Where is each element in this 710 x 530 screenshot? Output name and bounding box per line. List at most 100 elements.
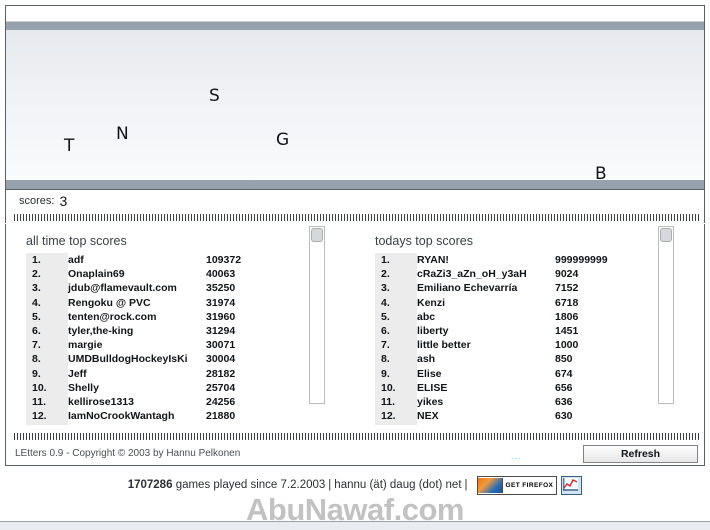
score-rank: 1. <box>381 254 390 267</box>
score-rank: 5. <box>381 310 390 323</box>
score-value: 31974 <box>206 296 236 309</box>
refresh-button-label: Refresh <box>620 448 661 460</box>
table-row: 6. liberty 1451 <box>375 324 660 338</box>
contact-email-text: hannu (ät) daug (dot) net <box>334 479 462 491</box>
score-player-name: Shelly <box>68 381 99 394</box>
score-value: 35250 <box>206 282 236 295</box>
score-player-name: ash <box>417 353 436 366</box>
page-root: T N S G B scores: 3 all time top scores 1. ad… <box>0 0 710 530</box>
games-played-text: games played since 7.2.2003 <box>175 479 326 491</box>
score-value: 630 <box>555 410 573 423</box>
score-rank: 7. <box>381 339 390 352</box>
table-row: 7. margie 30071 <box>26 338 311 352</box>
today-score-list[interactable]: 1. RYAN! 999999999 2. cRaZi3_aZn_oH_y3aH 9024… <box>375 253 660 425</box>
game-applet-frame: T N S G B <box>5 5 705 190</box>
table-row: 6. tyler,the-king 31294 <box>26 324 311 338</box>
score-rank: 11. <box>381 395 396 408</box>
score-value: 40063 <box>206 268 236 281</box>
falling-letter-s[interactable]: S <box>209 88 220 105</box>
today-scrollbar-thumb[interactable] <box>660 228 672 242</box>
page-bottom-strip <box>0 521 710 530</box>
scores-label: scores: <box>19 195 55 207</box>
score-player-name: UMDBulldogHockeyIsKi <box>68 353 188 366</box>
score-player-name: NEX <box>417 410 439 423</box>
applet-status-bar: LEtters 0.9 - Copyright © 2003 by Hannu … <box>5 442 705 466</box>
table-row: 4. Rengoku @ PVC 31974 <box>26 296 311 310</box>
scores-value: 3 <box>59 193 68 209</box>
score-player-name: IamNoCrookWantagh <box>68 410 175 423</box>
score-player-name: little better <box>417 339 471 352</box>
score-value: 109372 <box>206 254 242 267</box>
table-row: 4. Kenzi 6718 <box>375 296 660 310</box>
table-row: 11. kellirose1313 24256 <box>26 395 311 409</box>
table-row: 9. Elise 674 <box>375 367 660 381</box>
score-rank: 12. <box>381 410 396 423</box>
score-rank: 1. <box>32 254 41 267</box>
score-rank: 11. <box>32 395 47 408</box>
table-row: 3. jdub@flamevault.com 35250 <box>26 281 311 295</box>
applet-bottom-band <box>6 180 704 189</box>
score-player-name: ELISE <box>417 381 448 394</box>
scores-readout-bar: scores: 3 <box>5 190 705 212</box>
falling-letter-n[interactable]: N <box>116 126 129 143</box>
table-row: 11. yikes 636 <box>375 395 660 409</box>
score-player-name: Jeff <box>68 367 87 380</box>
score-rank: 2. <box>381 268 390 281</box>
score-value: 30071 <box>206 339 236 352</box>
score-player-name: margie <box>68 339 103 352</box>
score-rank: 9. <box>381 367 390 380</box>
score-player-name: Kenzi <box>417 296 446 309</box>
get-firefox-label: GET FIREFOX <box>505 481 554 489</box>
table-row: 3. Emiliano Echevarría 7152 <box>375 281 660 295</box>
score-value: 28182 <box>206 367 236 380</box>
games-played-count: 1707286 <box>127 479 173 491</box>
alltime-score-list[interactable]: 1. adf 109372 2. Onaplain69 40063 3. jdub@flame… <box>26 253 311 425</box>
table-row: 2. cRaZi3_aZn_oH_y3aH 9024 <box>375 267 660 281</box>
score-value: 636 <box>555 395 573 408</box>
score-rank: 2. <box>32 268 41 281</box>
applet-top-band <box>6 22 704 30</box>
dotted-separator-bottom <box>5 431 705 442</box>
falling-letter-b[interactable]: B <box>595 166 607 181</box>
applet-titlebar <box>6 6 704 22</box>
score-player-name: Emiliano Echevarría <box>417 282 518 295</box>
firefox-globe-icon <box>477 477 503 493</box>
alltime-scrollbar-thumb[interactable] <box>311 228 323 242</box>
table-row: 5. tenten@rock.com 31960 <box>26 310 311 324</box>
score-value: 850 <box>555 353 573 366</box>
today-panel-title: todays top scores <box>375 234 473 248</box>
score-player-name: abc <box>417 310 436 323</box>
score-rank: 3. <box>381 282 390 295</box>
table-row: 9. Jeff 28182 <box>26 367 311 381</box>
score-rank: 8. <box>32 353 41 366</box>
refresh-button[interactable]: Refresh <box>583 445 698 463</box>
score-player-name: cRaZi3_aZn_oH_y3aH <box>417 268 527 281</box>
score-player-name: Rengoku @ PVC <box>68 296 151 309</box>
falling-letter-g[interactable]: G <box>276 132 289 149</box>
alltime-panel-title: all time top scores <box>26 234 127 248</box>
score-player-name: kellirose1313 <box>68 395 134 408</box>
today-scrollbar[interactable] <box>658 226 674 404</box>
table-row: 8. ash 850 <box>375 352 660 366</box>
dotted-separator-top <box>5 212 705 223</box>
game-play-area[interactable]: T N S G B <box>6 30 704 180</box>
score-player-name: adf <box>68 254 84 267</box>
score-player-name: Onaplain69 <box>68 268 125 281</box>
table-row: 8. UMDBulldogHockeyIsKi 30004 <box>26 352 311 366</box>
falling-letter-t[interactable]: T <box>64 138 74 155</box>
score-rank: 8. <box>381 353 390 366</box>
score-rank: 3. <box>32 282 41 295</box>
score-rank: 6. <box>32 325 41 338</box>
table-row: 7. little better 1000 <box>375 338 660 352</box>
table-row: 10. Shelly 25704 <box>26 381 311 395</box>
table-row: 5. abc 1806 <box>375 310 660 324</box>
score-player-name: RYAN! <box>417 254 449 267</box>
loading-dots-indicator: ... <box>511 451 522 461</box>
score-value: 656 <box>555 381 573 394</box>
score-player-name: tenten@rock.com <box>68 310 157 323</box>
alltime-scrollbar[interactable] <box>309 226 325 404</box>
score-player-name: yikes <box>417 395 444 408</box>
table-row: 1. adf 109372 <box>26 253 311 267</box>
score-value: 31960 <box>206 310 236 323</box>
footer-separator-1: | <box>328 479 332 491</box>
